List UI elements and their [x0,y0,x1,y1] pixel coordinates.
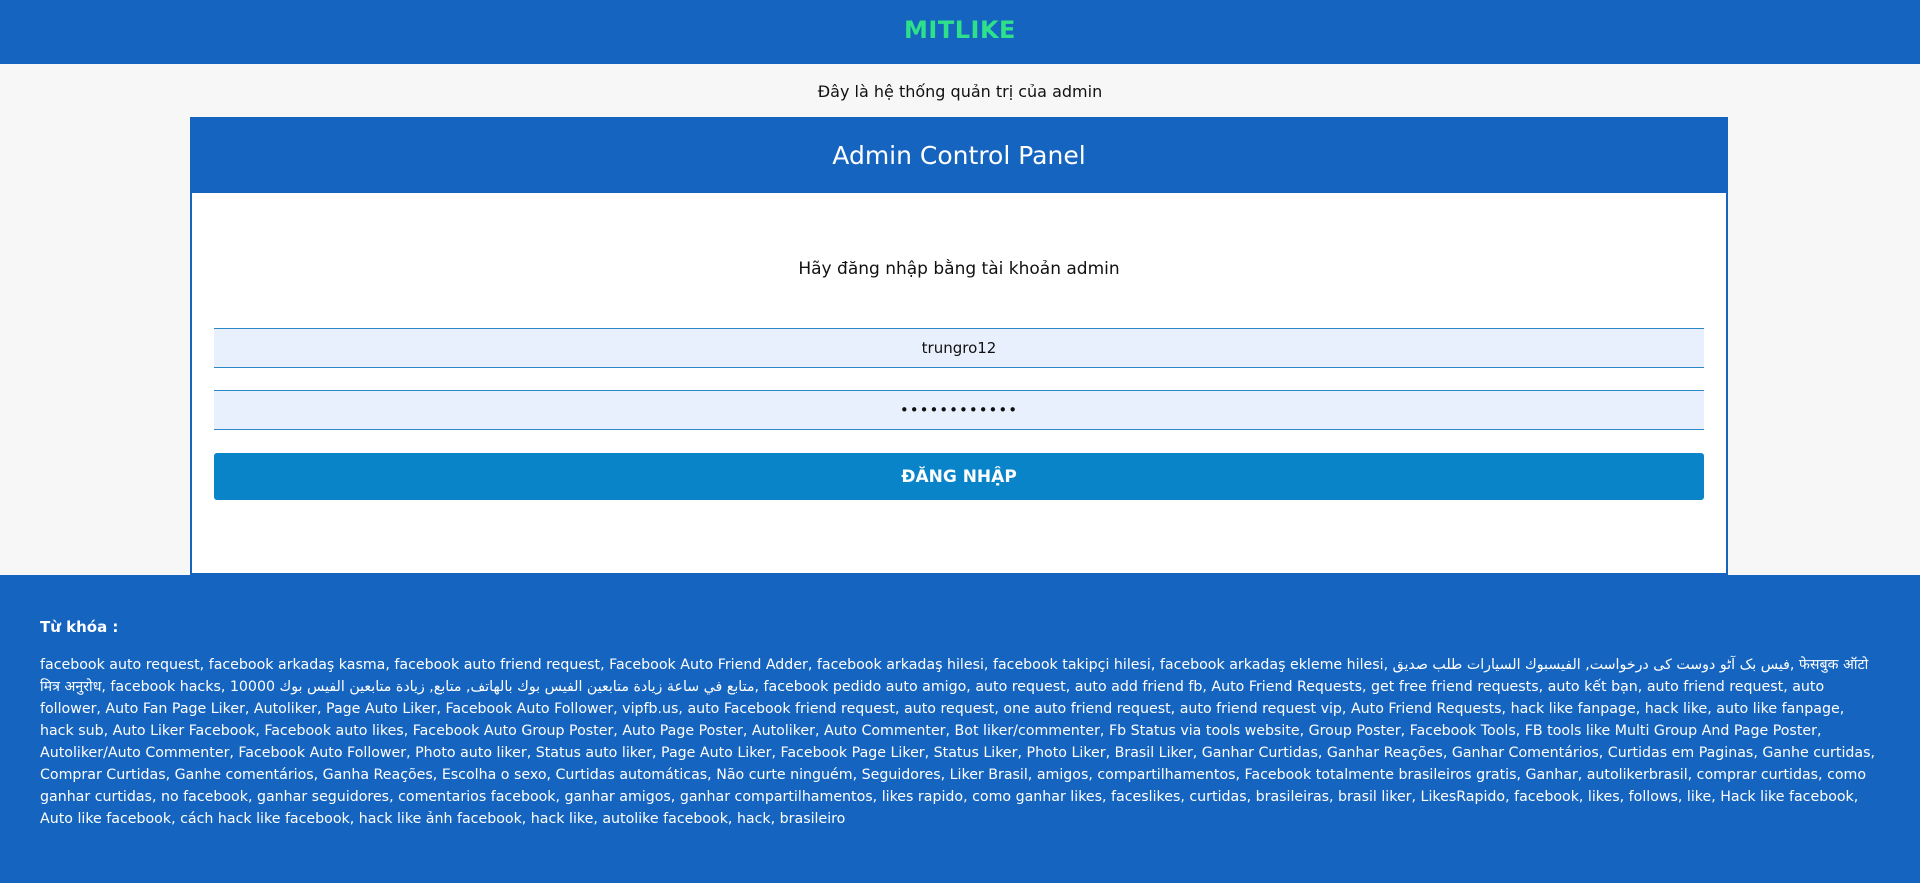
brand-logo[interactable]: MITLIKE [904,16,1016,44]
top-header: MITLIKE [0,0,1920,64]
username-input[interactable] [214,328,1704,368]
keywords-footer: Từ khóa : facebook auto request, faceboo… [0,575,1920,883]
login-prompt: Hãy đăng nhập bằng tài khoản admin [798,259,1120,279]
admin-system-subtitle: Đây là hệ thống quản trị của admin [817,82,1103,101]
login-panel: Admin Control Panel Hãy đăng nhập bằng t… [190,117,1728,575]
panel-title: Admin Control Panel [192,119,1726,193]
password-input[interactable] [214,390,1704,430]
keywords-title: Từ khóa : [40,618,119,636]
login-button[interactable]: ĐĂNG NHẬP [214,453,1704,500]
keywords-text: facebook auto request, facebook arkadaş … [40,657,1875,827]
